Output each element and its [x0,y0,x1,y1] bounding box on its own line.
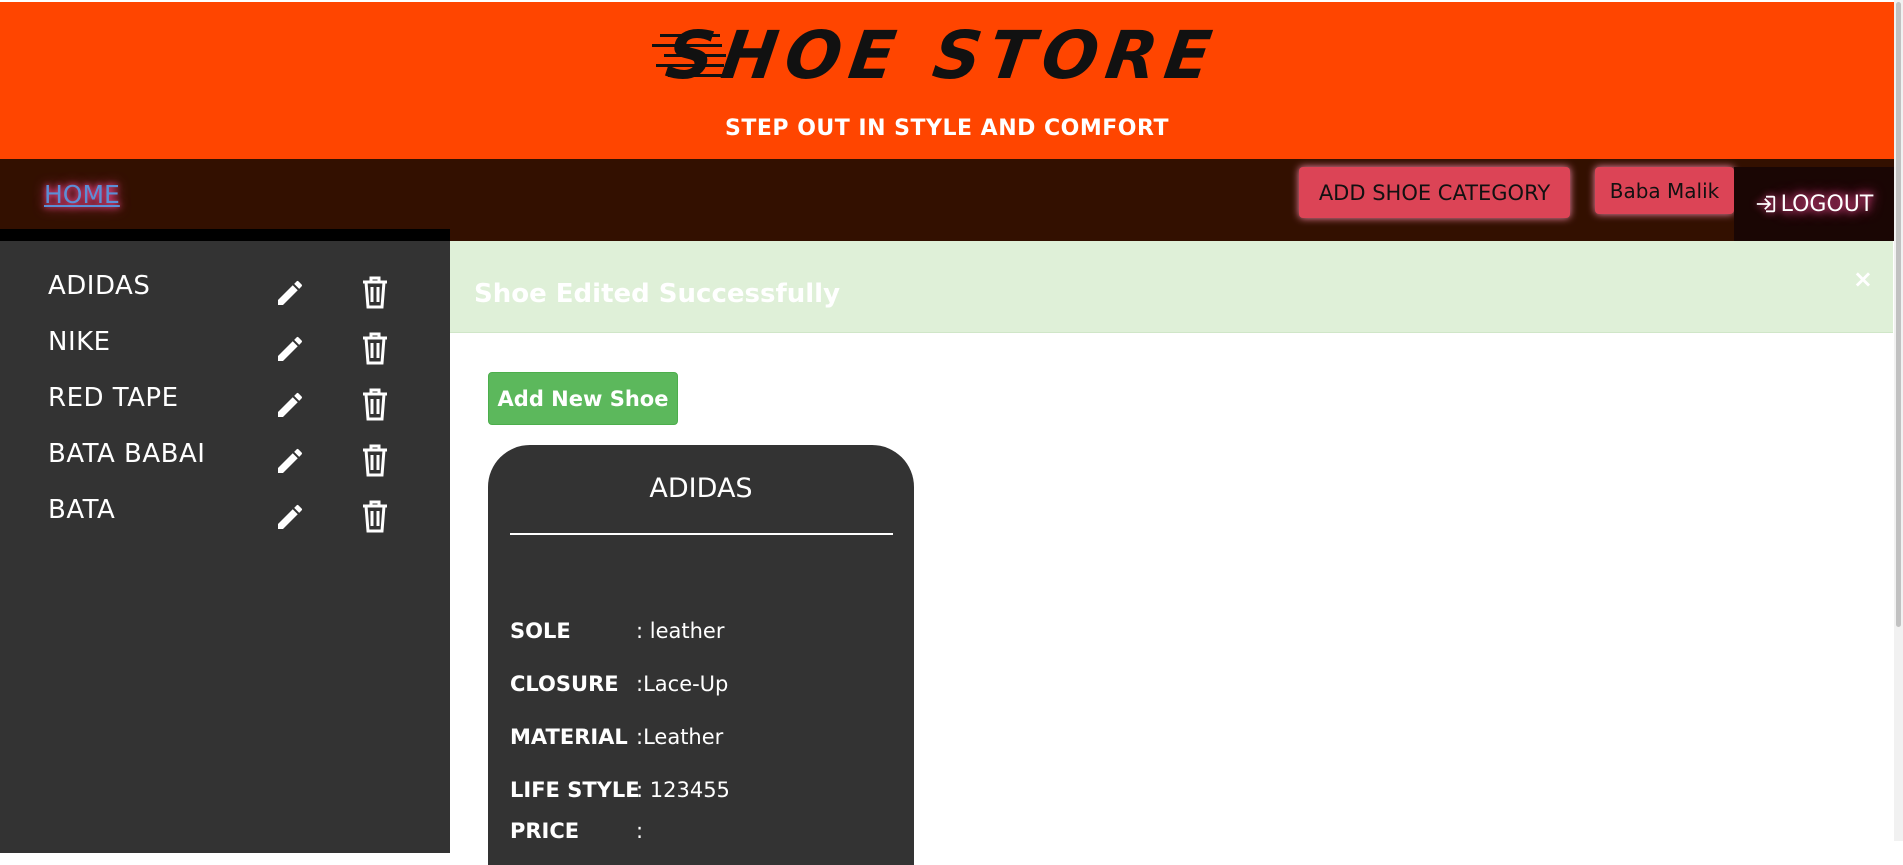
category-name[interactable]: ADIDAS [48,271,150,301]
edit-icon[interactable] [274,445,306,477]
success-alert: Shoe Edited Successfully × [450,241,1893,333]
spec-label: MATERIAL [510,725,628,749]
spec-label: SOLE [510,619,571,643]
category-name[interactable]: NIKE [48,327,111,357]
category-item: BATA BABAI [0,439,450,485]
alert-message: Shoe Edited Successfully [474,279,841,309]
add-shoe-category-button[interactable]: ADD SHOE CATEGORY [1299,167,1570,218]
user-profile-button[interactable]: Baba Malik [1595,167,1734,214]
tagline: STEP OUT IN STYLE AND COMFORT [725,116,1169,141]
logo-text: SHOE STORE [661,17,1224,94]
spec-value: : leather [636,619,725,643]
trash-icon[interactable] [361,387,389,421]
category-item: BATA [0,495,450,541]
trash-icon[interactable] [361,443,389,477]
add-new-shoe-button[interactable]: Add New Shoe [488,372,678,425]
close-icon[interactable]: × [1853,265,1873,293]
shoe-card: ADIDAS SOLE : leather CLOSURE :Lace-Up M… [488,445,914,865]
trash-icon[interactable] [361,331,389,365]
edit-icon[interactable] [274,501,306,533]
edit-icon[interactable] [274,277,306,309]
category-name[interactable]: BATA [48,495,115,525]
trash-icon[interactable] [361,275,389,309]
scrollbar-thumb[interactable] [1896,2,1901,627]
edit-icon[interactable] [274,333,306,365]
card-divider [510,533,893,535]
trash-icon[interactable] [361,499,389,533]
shoe-card-title: ADIDAS [649,473,753,504]
logout-button[interactable]: LOGOUT [1734,167,1894,241]
spec-label: CLOSURE [510,672,619,696]
spec-label: LIFE STYLE [510,778,640,802]
spec-value: :Lace-Up [636,672,729,696]
edit-icon[interactable] [274,389,306,421]
spec-value: : [636,819,644,843]
spec-label: PRICE [510,819,580,843]
site-logo: SHOE STORE [652,17,1225,94]
category-sidebar: ADIDAS NIKE RED TAPE BATA BABAI BATA [0,229,450,853]
category-item: NIKE [0,327,450,373]
spec-value: :Leather [636,725,724,749]
spec-value: : 123455 [636,778,730,802]
nav-home-link[interactable]: HOME [44,180,120,209]
category-item: ADIDAS [0,271,450,317]
category-name[interactable]: RED TAPE [48,383,179,413]
logout-icon [1756,195,1775,213]
site-header: SHOE STORE STEP OUT IN STYLE AND COMFORT [0,2,1894,159]
logout-label: LOGOUT [1780,191,1874,217]
category-item: RED TAPE [0,383,450,429]
category-name[interactable]: BATA BABAI [48,439,205,469]
